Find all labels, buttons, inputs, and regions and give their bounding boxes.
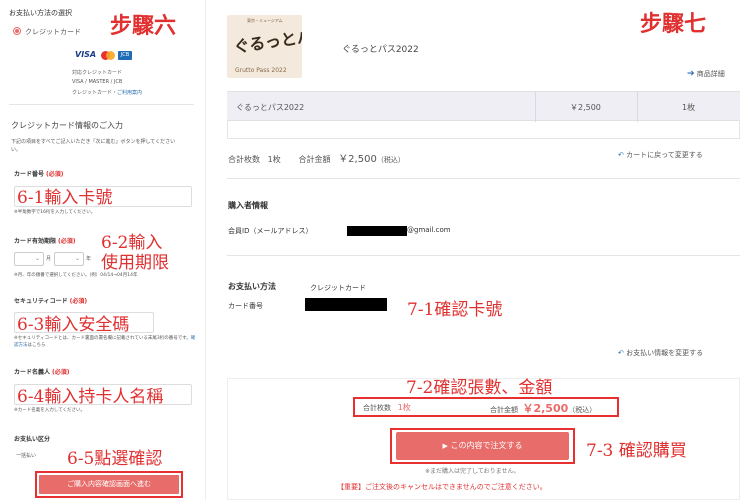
card-number-confirm-label: カード番号 bbox=[228, 302, 263, 310]
section-divider bbox=[9, 104, 194, 105]
product-logo: 東京・ミュージアム ぐるっとパス Grutto Pass 2022 bbox=[227, 15, 302, 78]
summary-amount: 合計金額 ￥2,500（税込） bbox=[490, 402, 597, 415]
credit-guide-note: クレジットカード・ご利用案内 bbox=[72, 90, 143, 96]
total-line: 合計枚数 1枚 合計金額 ￥2,500（税込） bbox=[228, 154, 405, 165]
annotation-7-1: 7-1確認卡號 bbox=[407, 300, 503, 320]
payment-heading: お支払い方法 bbox=[228, 282, 276, 291]
expiry-year-unit: 年 bbox=[86, 256, 92, 262]
visa-logo: VISA bbox=[75, 50, 97, 59]
email-redaction bbox=[347, 226, 407, 236]
annotation-6-3: 6-3輸入安全碼 bbox=[17, 315, 130, 335]
credit-radio-label: クレジットカード bbox=[25, 28, 81, 36]
product-logo-top: 東京・ミュージアム bbox=[247, 18, 283, 23]
card-number-note: ※半角数字で16桁を入力してください。 bbox=[14, 210, 96, 215]
credit-guide-link[interactable]: ご利用案内 bbox=[117, 90, 142, 96]
table-cell-price: ￥2,500 bbox=[570, 103, 601, 112]
expiry-month-unit: 月 bbox=[46, 256, 52, 262]
card-holder-label: カード名義人 (必須) bbox=[14, 369, 70, 376]
product-logo-text: ぐるっとパス bbox=[232, 24, 302, 57]
expiry-label: カード有効期限 (必須) bbox=[14, 238, 76, 245]
annotation-step7: 步驟七 bbox=[640, 11, 707, 37]
table-cell-qty: 1枚 bbox=[682, 103, 696, 112]
order-table: ぐるっとパス2022 ￥2,500 1枚 bbox=[227, 91, 740, 122]
annotation-6-1: 6-1輸入卡號 bbox=[17, 188, 113, 208]
member-email-domain: @gmail.com bbox=[407, 226, 451, 234]
card-number-redaction bbox=[305, 298, 387, 311]
jcb-logo: JCB bbox=[118, 51, 132, 60]
annotation-7-2: 7-2確認張數、金額 bbox=[406, 378, 553, 398]
expiry-year-select[interactable]: ⌄ bbox=[54, 252, 84, 266]
annotation-6-2b: 使用期限 bbox=[101, 253, 169, 273]
payment-value: クレジットカード bbox=[310, 284, 366, 292]
table-lower-border bbox=[227, 121, 740, 139]
payment-method-title: お支払い方法の選択 bbox=[9, 9, 72, 17]
product-name: ぐるっとパス2022 bbox=[342, 45, 419, 55]
pay-type-value: 一括払い bbox=[16, 453, 37, 459]
buyer-info-heading: 購入者情報 bbox=[228, 201, 268, 210]
arrow-right-icon: ➔ bbox=[687, 69, 695, 79]
security-code-label: セキュリティコード (必須) bbox=[14, 298, 88, 305]
expiry-month-select[interactable]: ⌄ bbox=[14, 252, 44, 266]
mastercard-logo bbox=[101, 51, 115, 60]
confirm-purchase-button[interactable]: ご購入内容確認画面へ進む bbox=[39, 475, 179, 494]
summary-count: 合計枚数 1枚 bbox=[363, 403, 411, 412]
member-id-label: 会員ID（メールアドレス） bbox=[228, 227, 313, 235]
panel-separator bbox=[205, 0, 206, 500]
right-panel: 東京・ミュージアム ぐるっとパス Grutto Pass 2022 ぐるっとパス… bbox=[210, 0, 750, 500]
supported-cards-title: 対応クレジットカード bbox=[72, 70, 123, 76]
supported-cards-list: VISA / MASTER / JCB bbox=[72, 79, 123, 85]
credit-radio[interactable] bbox=[13, 27, 21, 35]
divider-2 bbox=[227, 255, 740, 256]
undo-icon: ↶ bbox=[618, 349, 624, 357]
cancel-warning: 【重要】ご注文後のキャンセルはできませんのでご注意ください。 bbox=[337, 483, 547, 491]
table-cell-name: ぐるっとパス2022 bbox=[236, 103, 305, 112]
annotation-6-5: 6-5點選確認 bbox=[67, 449, 163, 469]
change-payment-link[interactable]: ↶ お支払い情報を変更する bbox=[618, 348, 703, 358]
card-number-label: カード番号 (必須) bbox=[14, 171, 64, 178]
divider-1 bbox=[227, 178, 740, 179]
undo-icon: ↶ bbox=[618, 151, 624, 159]
back-to-cart-link[interactable]: ↶ カートに戻って変更する bbox=[618, 150, 703, 160]
product-logo-sub: Grutto Pass 2022 bbox=[235, 67, 287, 74]
card-info-heading: クレジットカード情報のご入力 bbox=[11, 121, 123, 130]
security-code-note: ※セキュリティコードとは、カード裏面の署名欄に記載されている末尾3桁の番号です。… bbox=[14, 336, 196, 348]
play-icon: ▶ bbox=[442, 442, 448, 450]
card-holder-note: ※カード名義を入力してください。 bbox=[14, 408, 85, 413]
order-note: ※まだ購入は完了しておりません。 bbox=[425, 468, 520, 475]
pay-type-label: お支払い区分 bbox=[14, 436, 51, 443]
left-panel: お支払い方法の選択 クレジットカード VISA JCB 対応クレジットカード V… bbox=[0, 0, 200, 500]
product-details-link[interactable]: ➔ 商品詳細 bbox=[687, 69, 725, 79]
place-order-button[interactable]: ▶ この内容で注文する bbox=[396, 432, 569, 460]
annotation-7-3: 7-3 確認購買 bbox=[586, 441, 687, 461]
annotation-step6: 步驟六 bbox=[110, 13, 177, 39]
annotation-6-4: 6-4輸入持卡人名稱 bbox=[17, 387, 164, 407]
card-info-desc: 下記の項目をすべてご記入いただき「次に進む」ボタンを押してください い。 bbox=[11, 139, 176, 153]
